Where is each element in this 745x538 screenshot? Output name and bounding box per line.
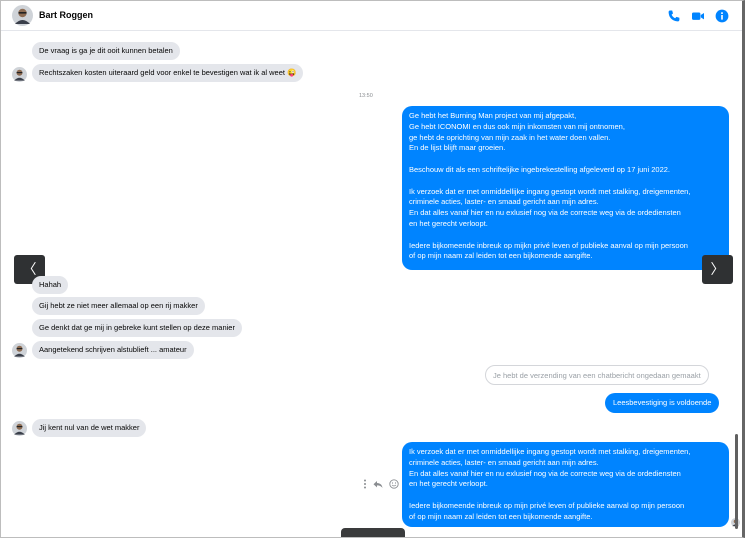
outgoing-message[interactable]: Ge hebt het Burning Man project van mij … <box>402 106 729 270</box>
message-line <box>409 490 722 501</box>
contact-avatar[interactable] <box>12 5 33 26</box>
outgoing-message[interactable]: Ik verzoek dat er met onmiddellijke inga… <box>402 442 729 527</box>
next-button[interactable]: 〉 <box>702 255 733 284</box>
message-line: Iedere bijkomeende inbreuk op mijn privé… <box>409 500 685 510</box>
message-line: En dat alles vanaf hier en nu exlusief n… <box>409 468 681 478</box>
phone-icon[interactable] <box>667 9 681 23</box>
incoming-message[interactable]: Gij hebt ze niet meer allemaal op een ri… <box>32 297 205 315</box>
incoming-message[interactable]: Aangetekend schrijven alstublieft ... am… <box>32 341 194 359</box>
message-line: of op mijn naam zal leiden tot een bijko… <box>409 511 593 521</box>
scrollbar-thumb[interactable] <box>735 434 738 529</box>
conversation-header: Bart Roggen <box>1 1 742 31</box>
message-line: Ge hebt ICONOMI en dus ook mijn inkomste… <box>409 121 625 131</box>
message-timestamp: 13:50 <box>359 93 373 99</box>
message-line <box>409 176 722 187</box>
contact-avatar-small[interactable] <box>12 67 27 82</box>
outgoing-message[interactable]: Leesbevestiging is voldoende <box>605 393 720 413</box>
react-icon[interactable] <box>389 479 399 491</box>
contact-avatar-small[interactable] <box>12 421 27 436</box>
incoming-message[interactable]: Jij kent nul van de wet makker <box>32 419 147 437</box>
message-line <box>409 230 722 241</box>
message-line: ge hebt de oprichting van mijn zaak in h… <box>409 132 611 142</box>
video-camera-icon[interactable] <box>691 9 705 23</box>
message-line: criminele acties, laster- en smaad geric… <box>409 457 599 467</box>
incoming-message[interactable]: Ge denkt dat ge mij in gebreke kunt stel… <box>32 319 242 337</box>
message-line: criminele acties, laster- en smaad geric… <box>409 197 599 207</box>
contact-name[interactable]: Bart Roggen <box>39 10 93 20</box>
more-icon[interactable] <box>363 479 367 491</box>
reply-icon[interactable] <box>373 480 383 491</box>
message-line: Iedere bijkomeende inbreuk op mijkn priv… <box>409 240 688 250</box>
message-line <box>409 154 722 165</box>
unsent-message-notice: Je hebt de verzending van een chatberich… <box>485 365 709 385</box>
message-actions <box>363 479 399 491</box>
message-line: Ik verzoek dat er met onmiddellijke inga… <box>409 447 691 456</box>
message-line: En de lijst blijft maar groeien. <box>409 143 506 153</box>
incoming-message[interactable]: Hahah <box>32 276 69 294</box>
info-icon[interactable] <box>715 9 729 23</box>
message-line: En dat alles vanaf hier en nu exlusief n… <box>409 208 681 218</box>
bottom-toolbar-tab[interactable] <box>341 528 405 537</box>
incoming-message[interactable]: Rechtszaken kosten uiteraard geld voor e… <box>32 64 304 82</box>
incoming-message[interactable]: De vraag is ga je dit ooit kunnen betale… <box>32 42 180 60</box>
contact-avatar-small[interactable] <box>12 343 27 358</box>
message-line: Beschouw dit als een schriftelijke ingeb… <box>409 164 670 174</box>
message-line: Ik verzoek dat er met onmiddellijke inga… <box>409 186 691 196</box>
message-line: en het gerecht verloopt. <box>409 479 488 489</box>
message-line: of op mijn naam zal leiden tot een bijko… <box>409 251 593 261</box>
message-line: Ge hebt het Burning Man project van mij … <box>409 111 577 120</box>
messenger-window: Bart Roggen De vraag is ga je dit ooit k… <box>0 0 745 538</box>
message-line: en het gerecht verloopt. <box>409 218 488 228</box>
